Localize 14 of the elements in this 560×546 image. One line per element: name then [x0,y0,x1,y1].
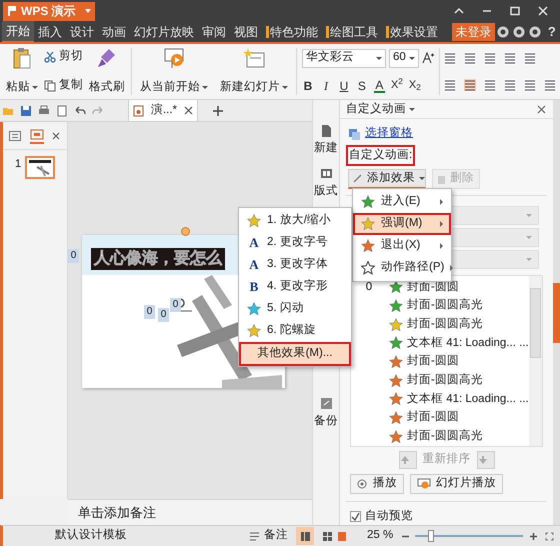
auto-preview-label: 自动预览 [365,508,413,524]
animation-order-tag: 0 [158,308,169,322]
animation-order-tag: 0 [68,249,79,263]
reorder-label: 重新排序 [422,451,470,468]
letter-icon: A [247,233,261,253]
zoom-level: 25 % [367,528,394,544]
animation-order-tag: 0 [170,298,181,312]
section-label: 自定义动画: [346,144,416,166]
order-number: 0 [364,280,374,295]
animation-order-tag: 0 [144,305,155,319]
letter-icon: A [247,255,261,275]
letter-icon: B [247,277,261,297]
template-name: 默认设计模板 [55,528,127,544]
slide-number: 1 [15,157,22,172]
